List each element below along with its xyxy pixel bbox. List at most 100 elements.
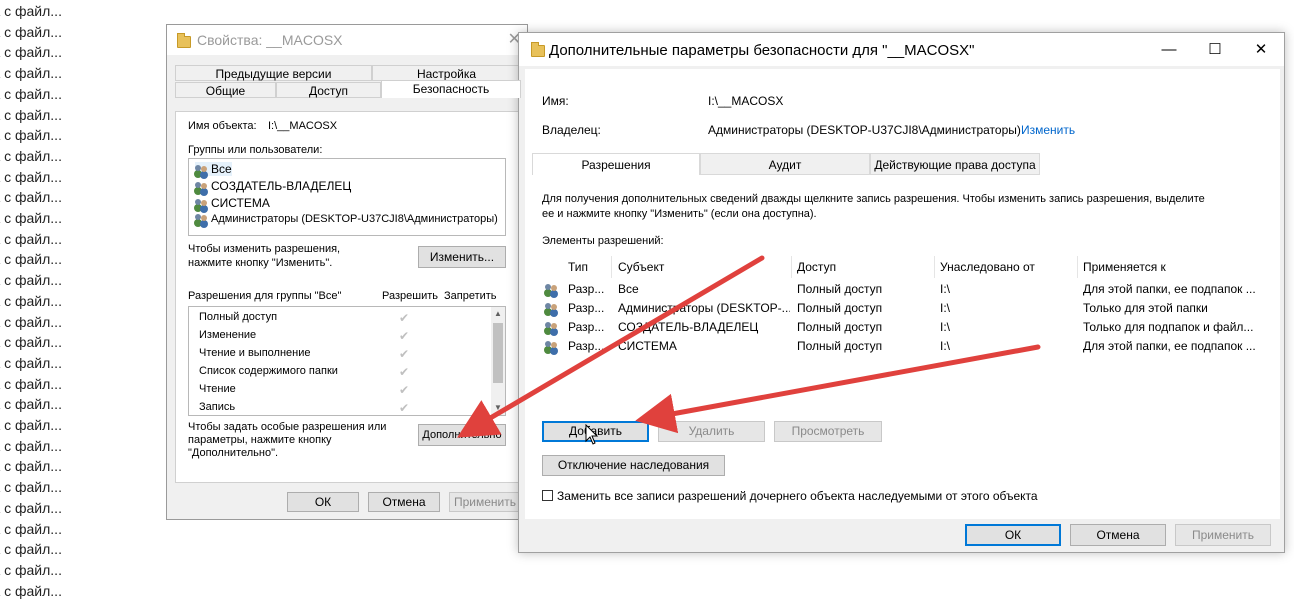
cell-type: Разр... bbox=[568, 301, 605, 315]
column-applies[interactable]: Применяется к bbox=[1083, 260, 1166, 274]
security-panel: Имя объекта: I:\__MACOSX Группы или поль… bbox=[175, 111, 521, 483]
column-access[interactable]: Доступ bbox=[797, 260, 836, 274]
list-item[interactable]: ка с файл... bbox=[0, 65, 62, 81]
close-icon[interactable]: ✕ bbox=[1238, 33, 1284, 66]
deny-header: Запретить bbox=[444, 290, 497, 302]
list-item[interactable]: ка с файл... bbox=[0, 562, 62, 578]
owner-change-link[interactable]: Изменить bbox=[1021, 123, 1075, 137]
list-item[interactable]: ка с файл... bbox=[0, 44, 62, 60]
maximize-icon[interactable]: ☐ bbox=[1192, 33, 1238, 66]
cell-type: Разр... bbox=[568, 320, 605, 334]
groups-list[interactable]: Все СОЗДАТЕЛЬ-ВЛАДЕЛЕЦ СИСТЕМА Администр… bbox=[188, 158, 506, 236]
apply-button[interactable]: Применить bbox=[449, 492, 521, 512]
cell-type: Разр... bbox=[568, 282, 605, 296]
scroll-thumb[interactable] bbox=[493, 323, 503, 383]
cell-subject: Все bbox=[618, 282, 639, 296]
tab-security[interactable]: Безопасность bbox=[381, 80, 521, 98]
list-item[interactable]: ка с файл... bbox=[0, 86, 62, 102]
advanced-titlebar[interactable]: Дополнительные параметры безопасности дл… bbox=[519, 33, 1284, 66]
list-item[interactable]: ка с файл... bbox=[0, 500, 62, 516]
cell-inherited: I:\ bbox=[940, 339, 951, 353]
list-item[interactable]: ка с файл... bbox=[0, 479, 62, 495]
list-item[interactable]: ка с файл... bbox=[0, 521, 62, 537]
list-item[interactable]: ка с файл... bbox=[0, 189, 62, 205]
list-item[interactable]: ка с файл... bbox=[0, 148, 62, 164]
column-subject[interactable]: Субъект bbox=[618, 260, 664, 274]
table-row[interactable]: Разр... Администраторы (DESKTOP-... Полный… bbox=[525, 299, 1265, 317]
list-item[interactable]: ка с файл... bbox=[0, 293, 62, 309]
table-row[interactable]: Разр... СИСТЕМА Полный доступ I:\ Для этой п… bbox=[525, 337, 1265, 355]
users-icon bbox=[545, 302, 559, 314]
list-item[interactable]: ка с файл... bbox=[0, 3, 62, 19]
table-row[interactable]: Разр... Все Полный доступ I:\ Для этой папки… bbox=[525, 280, 1265, 298]
properties-dialog: Свойства: __MACOSX ✕ Предыдущие версии Н… bbox=[166, 24, 528, 520]
tab-permissions[interactable]: Разрешения bbox=[532, 153, 700, 175]
list-item[interactable]: СОЗДАТЕЛЬ-ВЛАДЕЛЕЦ bbox=[195, 179, 351, 193]
replace-checkbox-label[interactable]: Заменить все записи разрешений дочернего… bbox=[557, 489, 1038, 503]
list-item[interactable]: ка с файл... bbox=[0, 127, 62, 143]
cancel-button[interactable]: Отмена bbox=[1070, 524, 1166, 546]
view-button[interactable]: Просмотреть bbox=[774, 421, 882, 442]
list-item[interactable]: ка с файл... bbox=[0, 251, 62, 267]
list-item[interactable]: ка с файл... bbox=[0, 438, 62, 454]
permission-row: Изменение bbox=[199, 329, 257, 341]
properties-titlebar[interactable]: Свойства: __MACOSX ✕ bbox=[167, 25, 527, 55]
check-icon: ✔ bbox=[399, 383, 410, 397]
tab-sharing[interactable]: Доступ bbox=[276, 82, 381, 98]
list-item[interactable]: СИСТЕМА bbox=[195, 196, 270, 210]
list-item[interactable]: ка с файл... bbox=[0, 334, 62, 350]
tab-audit[interactable]: Аудит bbox=[700, 153, 870, 175]
advanced-hint-3: "Дополнительно". bbox=[188, 447, 279, 459]
scroll-down-icon[interactable]: ▼ bbox=[491, 401, 505, 415]
list-item[interactable]: ка с файл... bbox=[0, 107, 62, 123]
permission-row: Запись bbox=[199, 401, 236, 413]
table-row[interactable]: Разр... СОЗДАТЕЛЬ-ВЛАДЕЛЕЦ Полный доступ I:… bbox=[525, 318, 1265, 336]
column-separator bbox=[934, 256, 935, 278]
ok-button[interactable]: ОК bbox=[965, 524, 1061, 546]
list-item[interactable]: Администраторы (DESKTOP-U37CJI8\Админист… bbox=[195, 213, 498, 225]
list-item[interactable]: ка с файл... bbox=[0, 355, 62, 371]
list-item[interactable]: ка с файл... bbox=[0, 417, 62, 433]
advanced-hint-2: параметры, нажмите кнопку bbox=[188, 434, 332, 446]
replace-checkbox[interactable] bbox=[542, 490, 553, 501]
tab-general[interactable]: Общие bbox=[175, 82, 276, 98]
advanced-panel: Имя: I:\__MACOSX Владелец: Администратор… bbox=[525, 69, 1280, 519]
owner-value: Администраторы (DESKTOP-U37CJI8\Админист… bbox=[708, 123, 1021, 137]
tab-previous-versions[interactable]: Предыдущие версии bbox=[175, 65, 372, 81]
users-icon bbox=[545, 283, 559, 295]
list-item[interactable]: ка с файл... bbox=[0, 231, 62, 247]
column-inherited[interactable]: Унаследовано от bbox=[940, 260, 1035, 274]
column-type[interactable]: Тип bbox=[568, 260, 588, 274]
change-button[interactable]: Изменить... bbox=[418, 246, 506, 268]
cell-access: Полный доступ bbox=[797, 339, 883, 353]
cell-subject: СИСТЕМА bbox=[618, 339, 677, 353]
minimize-icon[interactable]: — bbox=[1146, 33, 1192, 66]
list-item[interactable]: ка с файл... bbox=[0, 583, 62, 599]
list-item[interactable]: ка с файл... bbox=[0, 376, 62, 392]
disable-inheritance-button[interactable]: Отключение наследования bbox=[542, 455, 725, 476]
tab-effective-access[interactable]: Действующие права доступа bbox=[870, 153, 1040, 175]
owner-label: Владелец: bbox=[542, 123, 601, 137]
list-item[interactable]: ка с файл... bbox=[0, 210, 62, 226]
list-item[interactable]: ка с файл... bbox=[0, 272, 62, 288]
permission-row: Чтение bbox=[199, 383, 236, 395]
cell-inherited: I:\ bbox=[940, 320, 951, 334]
cancel-button[interactable]: Отмена bbox=[368, 492, 440, 512]
list-item[interactable]: ка с файл... bbox=[0, 458, 62, 474]
tab-customize[interactable]: Настройка bbox=[372, 65, 521, 81]
users-icon bbox=[195, 164, 209, 176]
list-item[interactable]: ка с файл... bbox=[0, 169, 62, 185]
check-icon: ✔ bbox=[399, 401, 410, 415]
scroll-up-icon[interactable]: ▲ bbox=[491, 307, 505, 321]
list-item[interactable]: ка с файл... bbox=[0, 396, 62, 412]
list-item[interactable]: ка с файл... bbox=[0, 314, 62, 330]
ok-button[interactable]: ОК bbox=[287, 492, 359, 512]
remove-button[interactable]: Удалить bbox=[658, 421, 765, 442]
list-item[interactable]: ка с файл... bbox=[0, 541, 62, 557]
apply-button[interactable]: Применить bbox=[1175, 524, 1271, 546]
list-item[interactable]: Все bbox=[195, 162, 232, 176]
advanced-button[interactable]: Дополнительно bbox=[418, 424, 506, 446]
permissions-list[interactable]: Полный доступ Изменение Чтение и выполне… bbox=[188, 306, 506, 416]
permissions-scrollbar[interactable]: ▲ ▼ bbox=[491, 307, 505, 415]
list-item[interactable]: ка с файл... bbox=[0, 24, 62, 40]
